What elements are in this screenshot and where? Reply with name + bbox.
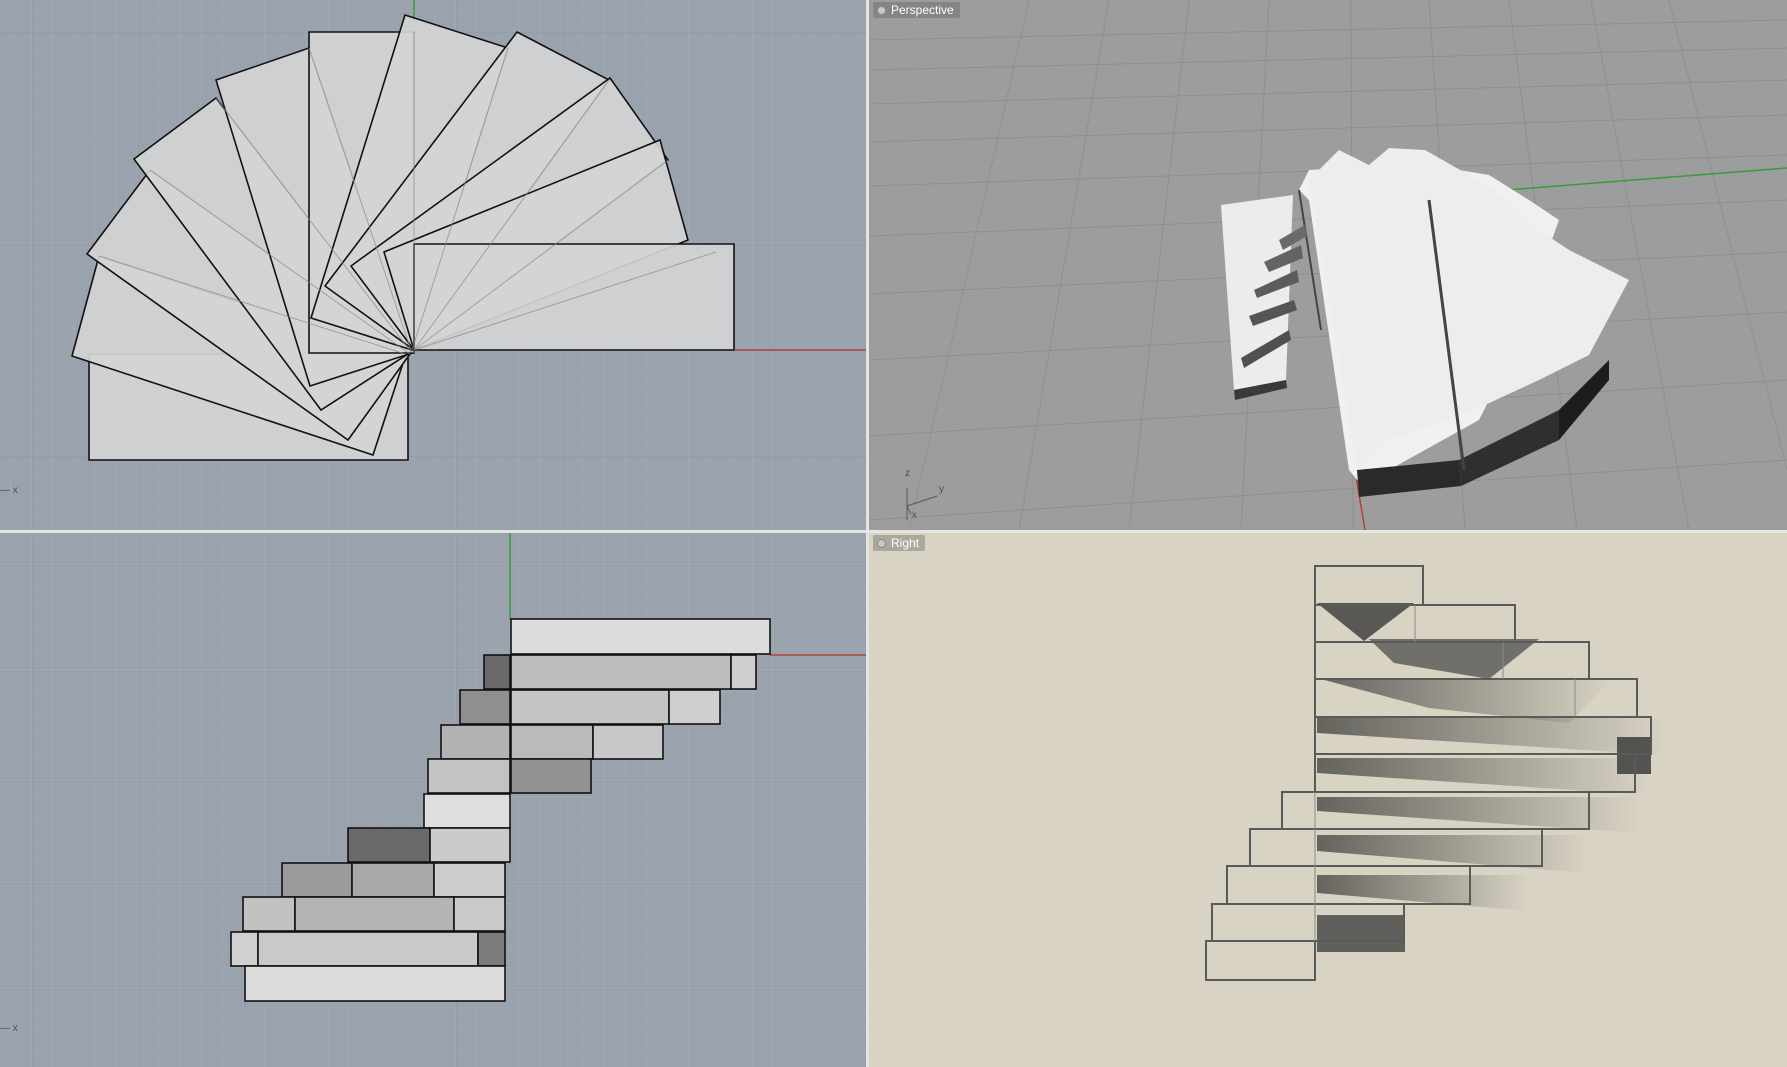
viewport-divider-vertical[interactable] (866, 0, 869, 1067)
front-view-canvas[interactable] (0, 533, 866, 1067)
top-view-canvas[interactable] (0, 0, 866, 530)
axis-x-label: x (12, 485, 18, 496)
viewport-menu-icon[interactable] (877, 5, 886, 15)
front-viewport[interactable]: — x (0, 533, 866, 1067)
viewport-title-text: Perspective (891, 3, 954, 17)
top-viewport[interactable]: — x (0, 0, 866, 530)
axis-x-label-front: x (12, 1023, 18, 1034)
right-viewport[interactable]: Right (869, 533, 1787, 1067)
viewport-title-text: Right (891, 536, 920, 550)
axis-triad-icon: — x (0, 1023, 18, 1034)
perspective-canvas[interactable] (869, 0, 1787, 530)
perspective-viewport[interactable]: Perspective z y x (869, 0, 1787, 530)
viewport-divider-horizontal[interactable] (0, 530, 1787, 533)
viewport-menu-icon[interactable] (877, 538, 886, 548)
axis-x-label-persp: x (912, 510, 917, 521)
viewport-title-perspective[interactable]: Perspective (873, 2, 960, 18)
axis-z-label: z (905, 468, 910, 479)
right-view-canvas[interactable] (869, 533, 1787, 1067)
axis-triad-icon: — x (0, 485, 18, 496)
axis-y-label: y (939, 484, 944, 495)
viewport-title-right[interactable]: Right (873, 535, 926, 551)
